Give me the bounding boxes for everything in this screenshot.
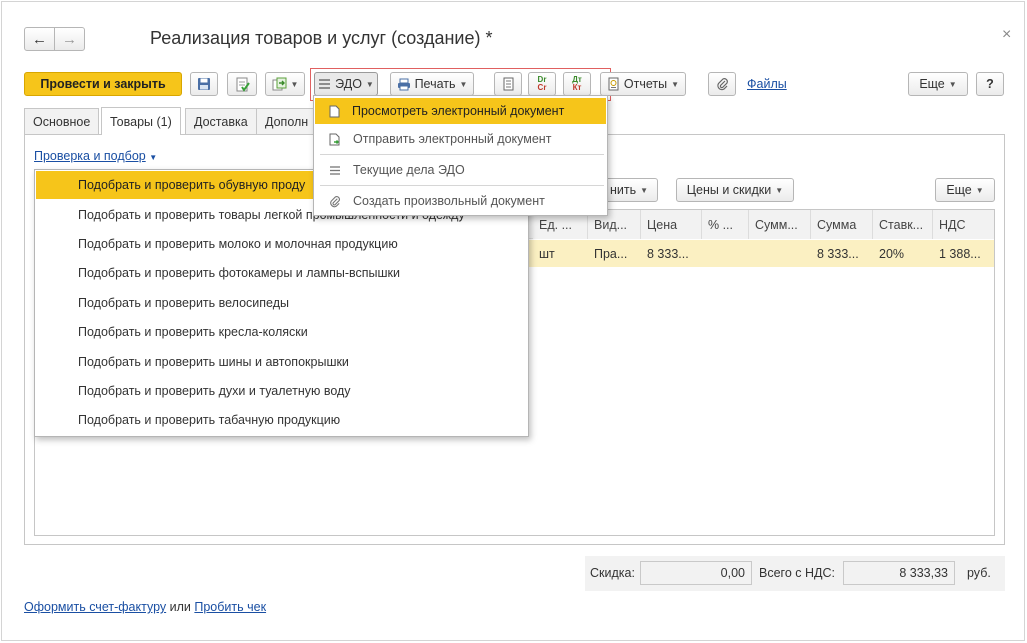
cell-sum: 8 333...	[811, 240, 873, 267]
edo-button[interactable]: ЭДО ▼	[314, 72, 378, 96]
chevron-down-icon: ▼	[459, 79, 468, 89]
menu-item-cameras[interactable]: Подобрать и проверить фотокамеры и лампы…	[36, 259, 527, 287]
document-icon	[329, 105, 340, 117]
files-link[interactable]: Файлы	[747, 77, 787, 91]
menu-item-perfume[interactable]: Подобрать и проверить духи и туалетную в…	[36, 377, 527, 405]
report-icon	[608, 77, 619, 91]
chevron-down-icon: ▼	[975, 185, 984, 195]
dt-cr-button[interactable]: Dr Cr	[528, 72, 556, 96]
structure-button[interactable]	[494, 72, 522, 96]
edo-item-current-tasks[interactable]: Текущие дела ЭДО	[315, 157, 606, 183]
back-button[interactable]: ←	[24, 27, 55, 51]
total-with-vat-field: 8 333,33	[843, 561, 955, 585]
create-based-on-button[interactable]: ▼	[265, 72, 305, 96]
currency-label: руб.	[967, 566, 991, 580]
print-button[interactable]: Печать ▼	[390, 72, 474, 96]
save-button[interactable]	[190, 72, 218, 96]
cell-discount-sum	[749, 240, 811, 267]
tab-main[interactable]: Основное	[24, 108, 100, 134]
reports-button-label: Отчеты	[623, 77, 668, 91]
more-button[interactable]: Еще ▼	[908, 72, 968, 96]
chevron-down-icon: ▼	[365, 79, 374, 89]
cell-discount-percent	[702, 240, 749, 267]
cell-price: 8 333...	[641, 240, 702, 267]
menu-item-tobacco[interactable]: Подобрать и проверить табачную продукцию	[36, 406, 527, 434]
edo-menu-divider	[320, 185, 604, 186]
edo-menu-divider	[320, 154, 604, 155]
edo-list-icon	[319, 79, 331, 89]
print-receipt-link[interactable]: Пробить чек	[194, 600, 266, 614]
send-document-icon	[329, 133, 340, 145]
menu-item-wheelchairs[interactable]: Подобрать и проверить кресла-коляски	[36, 318, 527, 346]
check-select-label: Проверка и подбор	[34, 149, 146, 163]
create-based-icon	[272, 77, 287, 90]
tab-additional[interactable]: Дополн	[256, 108, 316, 134]
footer-or-text: или	[169, 600, 191, 614]
menu-item-tires[interactable]: Подобрать и проверить шины и автопокрышк…	[36, 348, 527, 376]
post-and-close-button[interactable]: Провести и закрыть	[24, 72, 182, 96]
table-more-button[interactable]: Еще ▼	[935, 178, 995, 202]
table-more-label: Еще	[946, 183, 972, 197]
cell-vat-type: Пра...	[588, 240, 641, 267]
dt-cr-icon-bottom: Cr	[537, 83, 547, 92]
chevron-down-icon: ▼	[149, 153, 158, 162]
chevron-down-icon: ▼	[671, 79, 680, 89]
tab-delivery[interactable]: Доставка	[185, 108, 257, 134]
back-arrow-icon: ←	[32, 30, 47, 48]
dt-kt-icon-bottom: Кт	[572, 83, 582, 92]
total-with-vat-label: Всего с НДС:	[759, 566, 835, 580]
post-document-icon	[236, 77, 250, 92]
help-button[interactable]: ?	[976, 72, 1004, 96]
column-header-discount-percent[interactable]: % ...	[702, 210, 749, 239]
column-header-sum[interactable]: Сумма	[811, 210, 873, 239]
check-select-menu-button[interactable]: Проверка и подбор ▼	[34, 149, 157, 163]
create-invoice-link[interactable]: Оформить счет-фактуру	[24, 600, 166, 614]
window-title: Реализация товаров и услуг (создание) *	[150, 28, 493, 48]
footer-links: Оформить счет-фактуру или Пробить чек	[24, 600, 266, 614]
paperclip-icon	[716, 78, 728, 91]
forward-arrow-icon: →	[62, 30, 77, 48]
column-header-price[interactable]: Цена	[641, 210, 702, 239]
dt-kt-button[interactable]: Дт Кт	[563, 72, 591, 96]
edo-item-current-tasks-label: Текущие дела ЭДО	[353, 163, 465, 177]
edo-item-create-arbitrary-label: Создать произвольный документ	[353, 194, 545, 208]
chevron-down-icon: ▼	[640, 185, 649, 195]
chevron-down-icon: ▼	[775, 185, 784, 195]
edo-item-send[interactable]: Отправить электронный документ	[315, 126, 606, 152]
list-icon	[330, 165, 340, 175]
edo-item-view[interactable]: Просмотреть электронный документ	[315, 98, 606, 124]
menu-item-milk[interactable]: Подобрать и проверить молоко и молочная …	[36, 230, 527, 258]
post-button[interactable]	[227, 72, 257, 96]
close-icon[interactable]: ×	[1002, 26, 1011, 44]
edo-item-create-arbitrary[interactable]: Создать произвольный документ	[315, 188, 606, 214]
forward-button[interactable]: →	[54, 27, 85, 51]
floppy-disk-icon	[198, 78, 210, 90]
chevron-down-icon: ▼	[290, 79, 299, 89]
more-button-label: Еще	[919, 77, 945, 91]
cell-vat-rate: 20%	[873, 240, 933, 267]
fill-button-label: нить	[609, 183, 637, 197]
reports-button[interactable]: Отчеты ▼	[600, 72, 686, 96]
attach-button[interactable]	[708, 72, 736, 96]
chevron-down-icon: ▼	[948, 79, 957, 89]
cell-unit: шт	[533, 240, 588, 267]
column-header-vat-rate[interactable]: Ставк...	[873, 210, 933, 239]
column-header-discount-sum[interactable]: Сумм...	[749, 210, 811, 239]
printer-icon	[397, 78, 410, 90]
edo-item-view-label: Просмотреть электронный документ	[352, 104, 565, 118]
edo-item-send-label: Отправить электронный документ	[353, 132, 552, 146]
column-header-vat[interactable]: НДС	[933, 210, 994, 239]
discount-label: Скидка:	[590, 566, 635, 580]
prices-discounts-button[interactable]: Цены и скидки ▼	[676, 178, 794, 202]
fill-button[interactable]: нить ▼	[600, 178, 658, 202]
print-button-label: Печать	[414, 77, 456, 91]
edo-button-label: ЭДО	[335, 77, 362, 91]
discount-field: 0,00	[640, 561, 752, 585]
cell-vat: 1 388...	[933, 240, 994, 267]
prices-discounts-label: Цены и скидки	[686, 183, 772, 197]
menu-item-bicycles[interactable]: Подобрать и проверить велосипеды	[36, 289, 527, 317]
paperclip-icon	[330, 195, 340, 207]
document-structure-icon	[503, 77, 513, 91]
tab-goods[interactable]: Товары (1)	[101, 107, 181, 135]
